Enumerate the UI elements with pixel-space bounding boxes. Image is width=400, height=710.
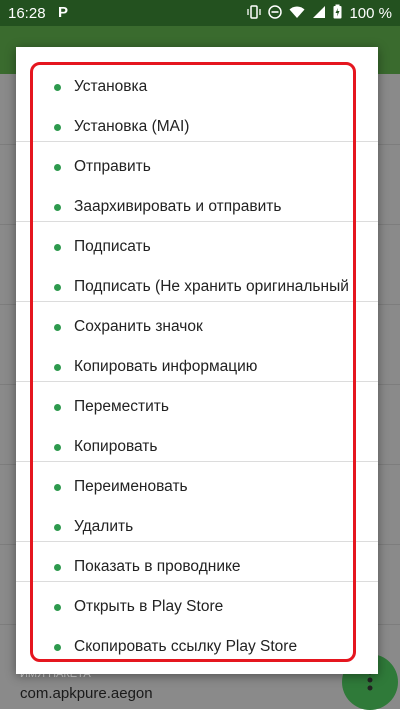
signal-icon xyxy=(312,5,326,22)
bullet-icon xyxy=(54,443,61,451)
menu-item-save-icon[interactable]: Сохранить значок xyxy=(33,307,353,347)
menu-item-label: Сохранить значок xyxy=(74,318,203,335)
menu-item-send[interactable]: Отправить xyxy=(33,147,353,187)
bullet-icon xyxy=(54,523,61,531)
menu-item-label: Подписать (Не хранить оригинальный xyxy=(74,278,349,295)
bullet-icon xyxy=(54,363,61,371)
wifi-icon xyxy=(289,5,305,22)
bullet-icon xyxy=(54,643,61,651)
menu-item-label: Установка (MAI) xyxy=(74,118,190,135)
menu-item-label: Подписать xyxy=(74,238,151,255)
bullet-icon xyxy=(54,403,61,411)
bullet-icon xyxy=(54,323,61,331)
menu-item-copy-play-store-link[interactable]: Скопировать ссылку Play Store xyxy=(33,627,353,667)
menu-item-label: Отправить xyxy=(74,158,151,175)
menu-item-label: Установка xyxy=(74,78,148,95)
menu-item-label: Заархивировать и отправить xyxy=(74,198,282,215)
menu-item-label: Открыть в Play Store xyxy=(74,598,224,615)
menu-item-label: Переместить xyxy=(74,398,169,415)
menu-item-delete[interactable]: Удалить xyxy=(33,507,353,547)
package-name-value: com.apkpure.aegon xyxy=(20,685,153,702)
menu-item-sign-no-original[interactable]: Подписать (Не хранить оригинальный xyxy=(33,267,353,307)
bullet-icon xyxy=(54,243,61,251)
menu-item-move[interactable]: Переместить xyxy=(33,387,353,427)
menu-item-label: Копировать информацию xyxy=(74,358,258,375)
menu-item-label: Показать в проводнике xyxy=(74,558,241,575)
menu-item-install-mai[interactable]: Установка (MAI) xyxy=(33,107,353,147)
bullet-icon xyxy=(54,283,61,291)
menu-item-rename[interactable]: Переименовать xyxy=(33,467,353,507)
vibrate-icon xyxy=(247,4,262,22)
bullet-icon xyxy=(54,83,61,91)
battery-percent: 100 % xyxy=(349,4,392,22)
actions-menu: Установка Установка (MAI) Отправить Заар… xyxy=(30,62,356,662)
menu-item-label: Копировать xyxy=(74,438,158,455)
bullet-icon xyxy=(54,203,61,211)
menu-item-label: Удалить xyxy=(74,518,134,535)
menu-item-install[interactable]: Установка xyxy=(33,67,353,107)
status-icons: 100 % xyxy=(247,4,392,22)
status-bar: 16:28 P 100 % xyxy=(0,0,400,26)
menu-item-open-play-store[interactable]: Открыть в Play Store xyxy=(33,587,353,627)
menu-item-copy[interactable]: Копировать xyxy=(33,427,353,467)
menu-item-copy-info[interactable]: Копировать информацию xyxy=(33,347,353,387)
menu-item-sign[interactable]: Подписать xyxy=(33,227,353,267)
menu-item-archive-send[interactable]: Заархивировать и отправить xyxy=(33,187,353,227)
menu-item-show-in-explorer[interactable]: Показать в проводнике xyxy=(33,547,353,587)
bullet-icon xyxy=(54,123,61,131)
do-not-disturb-icon xyxy=(268,4,283,22)
status-time: 16:28 xyxy=(8,5,46,22)
bullet-icon xyxy=(54,563,61,571)
bullet-icon xyxy=(54,483,61,491)
menu-item-label: Скопировать ссылку Play Store xyxy=(74,638,298,655)
bullet-icon xyxy=(54,603,61,611)
menu-item-label: Переименовать xyxy=(74,478,188,495)
bullet-icon xyxy=(54,163,61,171)
app-notification-icon: P xyxy=(58,4,69,21)
battery-charging-icon xyxy=(333,4,342,22)
